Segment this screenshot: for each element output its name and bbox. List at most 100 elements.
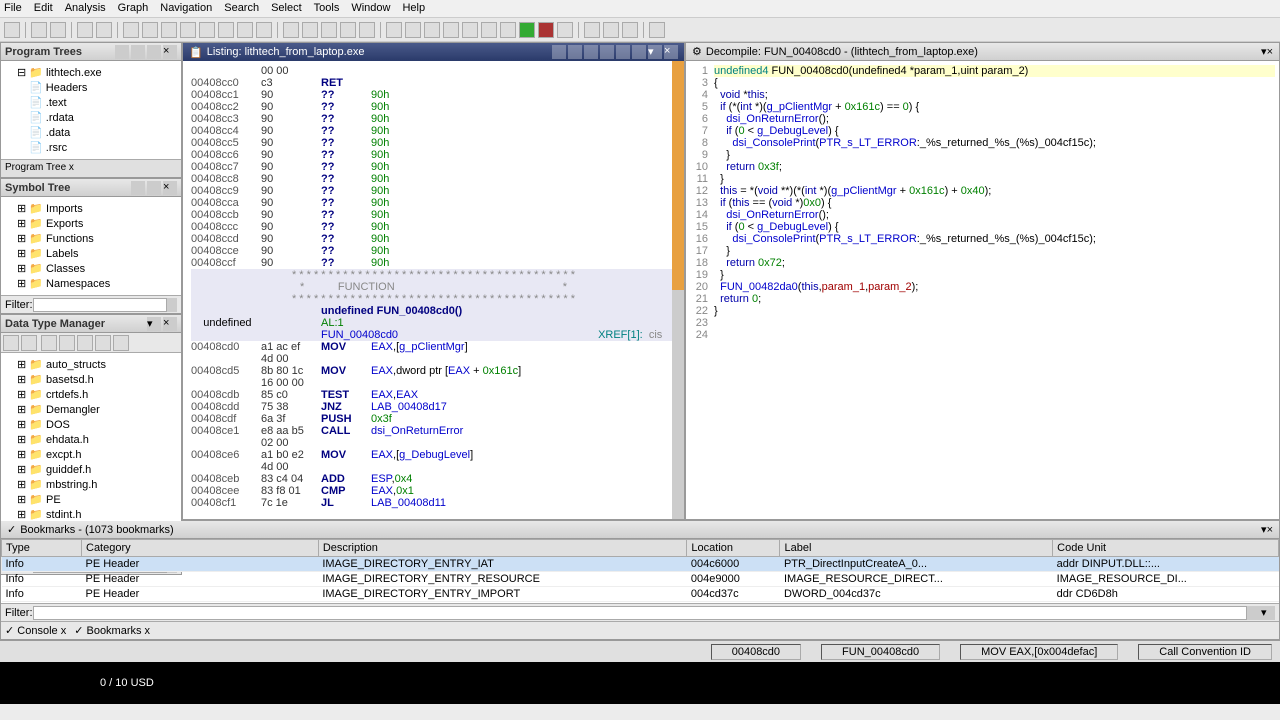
tab-bookmarks[interactable]: ✓ Bookmarks x xyxy=(74,624,150,637)
b-icon[interactable] xyxy=(237,22,253,38)
column-header[interactable]: Description xyxy=(318,540,687,557)
close-icon[interactable]: × xyxy=(163,317,177,331)
column-header[interactable]: Type xyxy=(2,540,82,557)
tree-item[interactable]: ⊞ 📁 ehdata.h xyxy=(5,432,177,447)
decompile-body[interactable]: 13456789101112131415161718192021222324 u… xyxy=(686,61,1279,519)
tree-item[interactable]: ⊞ 📁 DOS xyxy=(5,417,177,432)
diff-icon[interactable] xyxy=(600,45,614,59)
window-icon[interactable] xyxy=(147,45,161,59)
fields-icon[interactable] xyxy=(584,45,598,59)
menu-tools[interactable]: Tools xyxy=(314,2,340,15)
table-row[interactable]: InfoPE HeaderIMAGE_DIRECTORY_ENTRY_IAT00… xyxy=(2,557,1279,572)
program-tree-tab[interactable]: Program Tree x xyxy=(1,159,181,177)
tree-item[interactable]: ⊞ 📁 basetsd.h xyxy=(5,372,177,387)
close-icon[interactable]: × xyxy=(1267,524,1273,536)
tb-icon[interactable] xyxy=(321,22,337,38)
tb-icon[interactable] xyxy=(481,22,497,38)
tb-icon[interactable] xyxy=(622,22,638,38)
forward-icon[interactable] xyxy=(21,335,37,351)
close-icon[interactable]: × xyxy=(1267,46,1273,58)
tree-item[interactable]: ⊞ 📁 stdint.h xyxy=(5,507,177,522)
tree-item[interactable]: ⊞ 📁 Namespaces xyxy=(5,276,177,291)
list-icon[interactable] xyxy=(113,335,129,351)
forward-icon[interactable] xyxy=(50,22,66,38)
tb-icon[interactable] xyxy=(302,22,318,38)
listing-body[interactable]: 00 0000408cc0c3RET00408cc190??90h00408cc… xyxy=(183,61,684,519)
r-icon[interactable] xyxy=(218,22,234,38)
tab-console[interactable]: ✓ Console x xyxy=(5,624,66,637)
tb-icon[interactable] xyxy=(462,22,478,38)
tb-icon[interactable] xyxy=(359,22,375,38)
table-row[interactable]: InfoPE HeaderIMAGE_DIRECTORY_ENTRY_RESOU… xyxy=(2,572,1279,587)
tb-icon[interactable] xyxy=(603,22,619,38)
close-icon[interactable]: × xyxy=(664,45,678,59)
l-icon[interactable] xyxy=(142,22,158,38)
undo-icon[interactable] xyxy=(77,22,93,38)
menu-select[interactable]: Select xyxy=(271,2,302,15)
dropdown-icon[interactable]: ▾ xyxy=(147,317,161,331)
column-header[interactable]: Code Unit xyxy=(1053,540,1279,557)
symbol-filter-input[interactable] xyxy=(33,298,167,312)
tree-item[interactable]: 📄 .data xyxy=(5,125,177,140)
tb-icon[interactable] xyxy=(557,22,573,38)
bookmarks-table[interactable]: TypeCategoryDescriptionLocationLabelCode… xyxy=(1,539,1279,603)
tb-icon[interactable] xyxy=(443,22,459,38)
tb-icon[interactable] xyxy=(405,22,421,38)
tree-item[interactable]: ⊞ 📁 guiddef.h xyxy=(5,462,177,477)
tree-item[interactable]: 📄 .rsrc xyxy=(5,140,177,155)
copy-icon[interactable] xyxy=(552,45,566,59)
tree-item[interactable]: ⊞ 📁 PE xyxy=(5,492,177,507)
tb-icon[interactable] xyxy=(584,22,600,38)
tree-item[interactable]: ⊞ 📁 mbstring.h xyxy=(5,477,177,492)
table-row[interactable]: InfoPE HeaderIMAGE_DIRECTORY_ENTRY_IMPOR… xyxy=(2,587,1279,602)
save-icon[interactable] xyxy=(4,22,20,38)
config-icon[interactable] xyxy=(1247,606,1261,620)
snapshot-icon[interactable] xyxy=(616,45,630,59)
tree-item[interactable]: 📄 .text xyxy=(5,95,177,110)
i-icon[interactable] xyxy=(199,22,215,38)
f-icon[interactable] xyxy=(161,22,177,38)
collapse-icon[interactable] xyxy=(147,181,161,195)
program-tree[interactable]: ⊟ 📁 lithtech.exe 📄 Headers 📄 .text 📄 .rd… xyxy=(1,61,181,159)
pointer-icon[interactable] xyxy=(77,335,93,351)
cursor-icon[interactable] xyxy=(568,45,582,59)
tb-icon[interactable] xyxy=(340,22,356,38)
u-icon[interactable] xyxy=(180,22,196,38)
tree-icon[interactable] xyxy=(59,335,75,351)
bookmarks-filter-input[interactable] xyxy=(33,606,1248,620)
tree-item[interactable]: ⊞ 📁 crtdefs.h xyxy=(5,387,177,402)
overview-strip[interactable] xyxy=(672,61,684,519)
tb-icon[interactable] xyxy=(424,22,440,38)
column-header[interactable]: Label xyxy=(780,540,1053,557)
tree-item[interactable]: ⊞ 📁 excpt.h xyxy=(5,447,177,462)
tree-item[interactable]: 📄 Headers xyxy=(5,80,177,95)
back-icon[interactable] xyxy=(31,22,47,38)
column-header[interactable]: Category xyxy=(82,540,319,557)
close-icon[interactable]: × xyxy=(163,181,177,195)
menu-analysis[interactable]: Analysis xyxy=(65,2,106,15)
tb-icon[interactable] xyxy=(283,22,299,38)
tree-item[interactable]: ⊞ 📁 Functions xyxy=(5,231,177,246)
tb-icon[interactable] xyxy=(649,22,665,38)
new-tree-icon[interactable] xyxy=(115,45,129,59)
snapshot2-icon[interactable] xyxy=(632,45,646,59)
tree-root[interactable]: ⊟ 📁 lithtech.exe xyxy=(5,65,177,80)
array-icon[interactable] xyxy=(95,335,111,351)
tree-item[interactable]: ⊞ 📁 Exports xyxy=(5,216,177,231)
run-icon[interactable] xyxy=(519,22,535,38)
tree-item[interactable]: ⊞ 📁 auto_structs xyxy=(5,357,177,372)
refresh-icon[interactable] xyxy=(131,181,145,195)
back-icon[interactable] xyxy=(3,335,19,351)
menu-help[interactable]: Help xyxy=(402,2,425,15)
d-icon[interactable] xyxy=(123,22,139,38)
redo-icon[interactable] xyxy=(96,22,112,38)
menu-edit[interactable]: Edit xyxy=(34,2,53,15)
menu-search[interactable]: Search xyxy=(224,2,259,15)
column-header[interactable]: Location xyxy=(687,540,780,557)
tree-item[interactable]: ⊞ 📁 Demangler xyxy=(5,402,177,417)
tree-item[interactable]: ⊞ 📁 Classes xyxy=(5,261,177,276)
collapse-icon[interactable] xyxy=(131,45,145,59)
menu-graph[interactable]: Graph xyxy=(118,2,149,15)
tree-item[interactable]: ⊞ 📁 Imports xyxy=(5,201,177,216)
filter-icon[interactable] xyxy=(167,298,178,312)
